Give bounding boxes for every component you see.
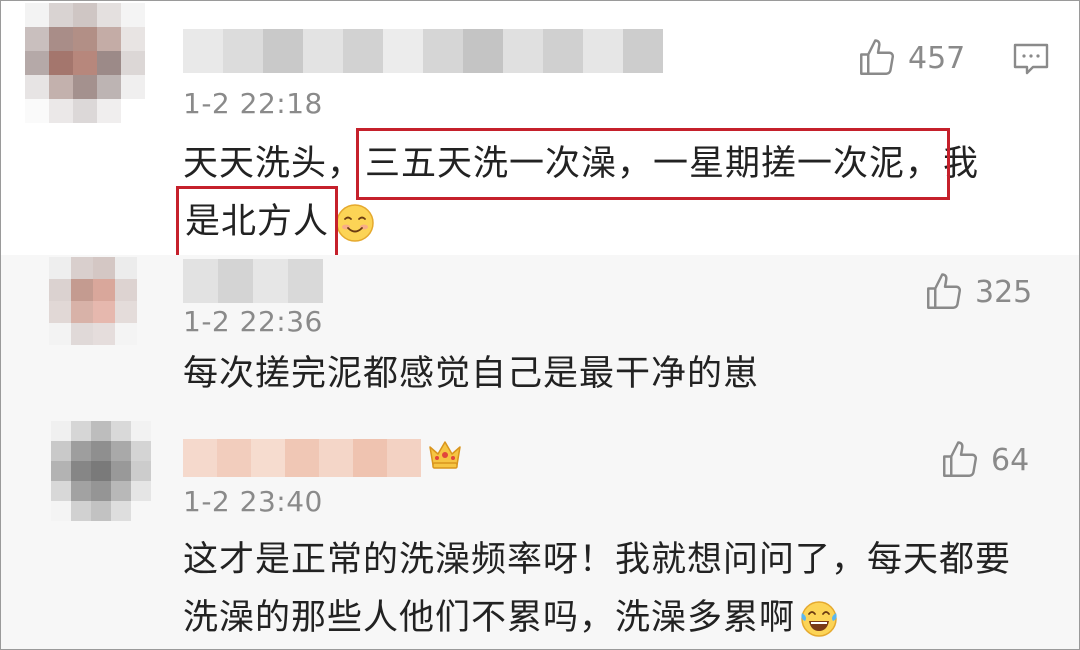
like-count: 64 bbox=[991, 442, 1030, 478]
username-blurred[interactable] bbox=[183, 259, 323, 303]
username-blurred[interactable] bbox=[183, 439, 421, 477]
comment-text-line: 这才是正常的洗澡频率呀！我就想问问了，每天都要 bbox=[183, 540, 1012, 580]
like-count: 325 bbox=[975, 274, 1033, 310]
comment-text: 天天洗头，三五天洗一次澡，一星期搓一次泥，我 是北方人 bbox=[175, 128, 1063, 258]
comment-timestamp: 1-2 22:18 bbox=[183, 87, 323, 120]
comment-text-part: 天天洗头， bbox=[183, 144, 364, 184]
comment-text-line: 洗澡的那些人他们不累吗，洗澡多累啊 bbox=[183, 598, 796, 638]
comment-text-part: 我 bbox=[943, 144, 980, 184]
comment-item: 1-2 23:40 64 这才是正常的洗澡频率呀！我就想问问了，每天都要 洗澡的… bbox=[1, 411, 1079, 649]
thumbs-up-icon bbox=[927, 273, 961, 309]
username-blurred[interactable] bbox=[183, 29, 663, 73]
like-button[interactable]: 64 bbox=[939, 439, 1029, 481]
reply-comment-icon[interactable] bbox=[1011, 41, 1051, 77]
avatar[interactable] bbox=[25, 3, 145, 123]
avatar[interactable] bbox=[51, 421, 151, 521]
comment-list: 1-2 22:18 457 天天洗头，三五天洗一次澡，一星期搓一次泥，我 是北方… bbox=[0, 0, 1080, 650]
highlighted-phrase: 是北方人 bbox=[175, 186, 339, 258]
comment-item: 1-2 22:36 325 每次搓完泥都感觉自己是最干净的崽 bbox=[1, 255, 1079, 411]
comment-timestamp: 1-2 22:36 bbox=[183, 305, 323, 338]
comment-text: 这才是正常的洗澡频率呀！我就想问问了，每天都要 洗澡的那些人他们不累吗，洗澡多累… bbox=[183, 531, 1043, 647]
comment-timestamp: 1-2 23:40 bbox=[183, 485, 323, 518]
thumbs-up-icon bbox=[860, 39, 894, 75]
like-button[interactable]: 457 bbox=[856, 37, 965, 79]
smile-emoji-icon bbox=[336, 204, 374, 242]
avatar[interactable] bbox=[49, 257, 137, 345]
crown-icon bbox=[429, 441, 461, 469]
comment-item: 1-2 22:18 457 天天洗头，三五天洗一次澡，一星期搓一次泥，我 是北方… bbox=[1, 1, 1079, 258]
highlighted-phrase: 三五天洗一次澡，一星期搓一次泥， bbox=[356, 128, 951, 200]
comment-text: 每次搓完泥都感觉自己是最干净的崽 bbox=[183, 354, 760, 394]
like-count: 457 bbox=[908, 40, 966, 76]
laugh-cry-emoji-icon bbox=[801, 601, 837, 637]
thumbs-up-icon bbox=[943, 441, 977, 477]
like-button[interactable]: 325 bbox=[923, 271, 1032, 313]
